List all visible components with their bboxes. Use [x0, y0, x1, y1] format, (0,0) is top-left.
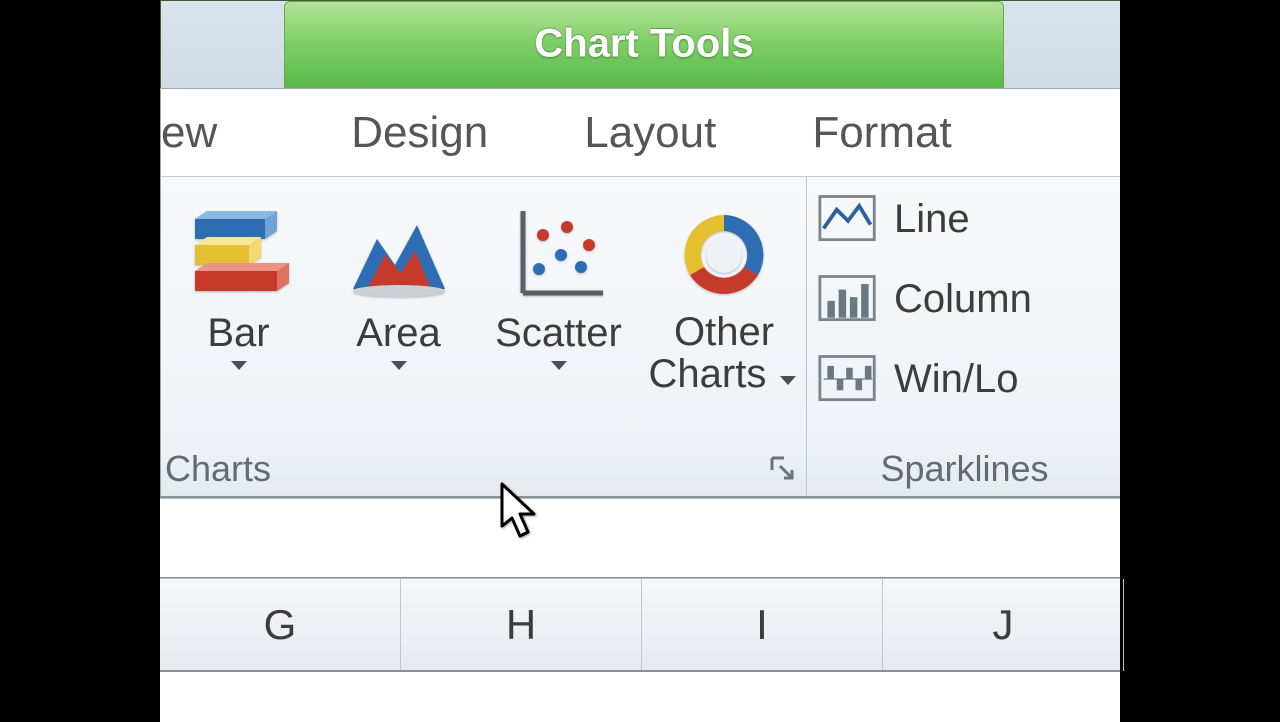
column-header-row: G H I J — [160, 578, 1120, 671]
chart-type-scatter-dropdown[interactable]: Scatter — [481, 185, 636, 377]
tab-design[interactable]: Design — [323, 108, 516, 158]
scatter-chart-icon — [481, 185, 636, 305]
area-chart-icon — [321, 185, 476, 305]
group-charts: Bar Area — [161, 177, 807, 496]
group-sparklines-label: Sparklines — [808, 448, 1121, 490]
tab-view-partial[interactable]: ew — [161, 108, 245, 158]
other-charts-text: OtherCharts — [649, 310, 774, 396]
titlebar-strip: Chart Tools — [160, 0, 1120, 88]
chart-type-area-dropdown[interactable]: Area — [321, 185, 476, 377]
sparkline-winloss-icon — [816, 349, 880, 409]
ribbon-tab-row: ew Design Layout Format — [160, 88, 1120, 176]
chevron-down-icon — [777, 352, 799, 396]
sparkline-winloss-button[interactable]: Win/Lo — [816, 343, 1116, 415]
dialog-launcher-icon[interactable] — [770, 456, 796, 482]
column-header-I[interactable]: I — [642, 579, 883, 671]
sparkline-line-icon — [816, 189, 880, 249]
column-header-J[interactable]: J — [883, 579, 1124, 671]
excel-ribbon-crop: Chart Tools ew Design Layout Format — [160, 0, 1120, 720]
column-header-H[interactable]: H — [401, 579, 642, 671]
tab-format[interactable]: Format — [784, 108, 979, 158]
sparkline-column-icon — [816, 269, 880, 329]
formula-bar[interactable] — [160, 498, 1120, 579]
ribbon-body: Bar Area — [160, 176, 1120, 498]
chart-type-other-dropdown[interactable]: OtherCharts — [641, 185, 807, 395]
chevron-down-icon — [548, 358, 570, 377]
other-charts-label: OtherCharts — [641, 311, 807, 395]
worksheet-area[interactable] — [160, 670, 1120, 722]
chart-tools-title: Chart Tools — [534, 21, 753, 66]
column-header-G[interactable]: G — [160, 579, 401, 671]
sparkline-line-label: Line — [894, 197, 970, 242]
sparkline-winloss-label: Win/Lo — [894, 357, 1019, 402]
bar-chart-icon — [161, 185, 316, 305]
sparkline-column-button[interactable]: Column — [816, 263, 1116, 335]
bar-label: Bar — [161, 311, 316, 356]
chart-tools-contextual-tab: Chart Tools — [284, 1, 1004, 90]
chart-type-bar-dropdown[interactable]: Bar — [161, 185, 316, 377]
sparkline-line-button[interactable]: Line — [816, 183, 1116, 255]
chevron-down-icon — [228, 358, 250, 377]
area-label: Area — [321, 311, 476, 356]
group-charts-label: Charts — [161, 448, 271, 490]
chevron-down-icon — [388, 358, 410, 377]
scatter-label: Scatter — [481, 311, 636, 356]
donut-chart-icon — [641, 185, 807, 305]
sparkline-column-label: Column — [894, 277, 1032, 322]
group-sparklines: Line Column — [808, 177, 1121, 496]
tab-layout[interactable]: Layout — [556, 108, 744, 158]
